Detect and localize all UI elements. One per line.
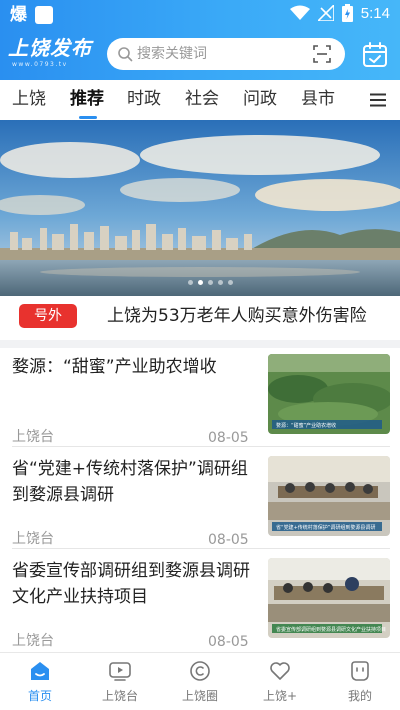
carousel-dots — [188, 280, 233, 285]
news-date: 08-05 — [208, 430, 249, 446]
nav-label: 上饶台 — [101, 689, 138, 703]
news-thumbnail[interactable]: 省“党建+传统村落保护”调研组到婺源县调研 — [268, 456, 390, 536]
news-date: 08-05 — [208, 634, 249, 650]
carousel-dot[interactable] — [228, 280, 233, 285]
news-source: 上饶台 — [12, 633, 54, 649]
status-bar: 爆 5:14 — [0, 0, 400, 30]
home-icon — [31, 662, 49, 680]
nav-home[interactable]: 首页 — [0, 659, 80, 703]
news-thumbnail[interactable]: 婺源：“甜蜜”产业助农增收 — [268, 354, 390, 434]
search-icon — [118, 47, 133, 62]
battery-icon — [341, 4, 353, 22]
news-item[interactable]: 婺源：“甜蜜”产业助农增收 上饶台 08-05 婺源：“甜蜜”产业助农增收 — [12, 354, 390, 446]
nav-tv[interactable]: 上饶台 — [80, 659, 160, 703]
news-item[interactable]: 省委宣传部调研组到婺源县调研文化产业扶持项目 上饶台 08-05 省委宣传部调研… — [12, 558, 390, 650]
nav-label: 首页 — [27, 689, 52, 703]
nav-label: 上饶+ — [262, 689, 298, 703]
heart-icon — [270, 662, 290, 680]
headline-title[interactable]: 上饶为53万老年人购买意外伤害险 — [107, 305, 367, 327]
category-tabs: 上饶 推荐 时政 社会 问政 县市 — [0, 80, 400, 120]
news-title[interactable]: 省“党建+传统村落保护”调研组到婺源县调研 — [12, 456, 252, 508]
tv-icon — [109, 662, 131, 681]
logo-text: 上饶发布 — [8, 36, 92, 60]
thumb-caption: 省委宣传部调研组到婺源县调研文化产业扶持项目 — [276, 626, 386, 633]
banner-carousel[interactable] — [0, 120, 400, 296]
status-left: 爆 — [10, 4, 53, 26]
wifi-icon — [289, 5, 310, 20]
nav-circle[interactable]: 上饶圈 — [160, 659, 240, 703]
tab-politics[interactable]: 时政 — [127, 88, 161, 110]
news-source: 上饶台 — [12, 429, 54, 445]
carousel-dot[interactable] — [188, 280, 193, 285]
tab-recommended[interactable]: 推荐 — [70, 88, 104, 110]
section-divider — [0, 340, 400, 348]
banner-image — [0, 120, 400, 296]
nav-label: 我的 — [347, 689, 372, 703]
status-time: 5:14 — [360, 4, 390, 22]
calendar-icon[interactable] — [362, 42, 388, 68]
circle-icon — [190, 661, 210, 681]
menu-icon[interactable] — [370, 93, 386, 107]
headline-strip[interactable]: 号外 上饶为53万老年人购买意外伤害险 — [0, 296, 400, 340]
signal-icon — [317, 5, 334, 21]
nav-plus[interactable]: 上饶+ — [240, 659, 320, 703]
list-divider — [12, 446, 390, 447]
search-placeholder: 搜索关键词 — [137, 46, 207, 62]
notification-square-icon — [35, 6, 53, 24]
news-thumbnail-image: 省“党建+传统村落保护”调研组到婺源县调研 — [268, 456, 390, 536]
news-thumbnail[interactable]: 省委宣传部调研组到婺源县调研文化产业扶持项目 — [268, 558, 390, 638]
bottom-navigation: 首页 上饶台 上饶圈 上饶+ 我的 — [0, 652, 400, 710]
news-source: 上饶台 — [12, 531, 54, 547]
news-item[interactable]: 省“党建+传统村落保护”调研组到婺源县调研 上饶台 08-05 省“党建+传统村… — [12, 456, 390, 548]
carousel-dot[interactable] — [208, 280, 213, 285]
news-title[interactable]: 省委宣传部调研组到婺源县调研文化产业扶持项目 — [12, 558, 252, 610]
news-thumbnail-image: 省委宣传部调研组到婺源县调研文化产业扶持项目 — [268, 558, 390, 638]
app-bar: 上饶发布 www.0793.tv 搜索关键词 — [0, 30, 400, 80]
nav-profile[interactable]: 我的 — [320, 659, 400, 703]
news-title[interactable]: 婺源：“甜蜜”产业助农增收 — [12, 354, 252, 380]
app-logo[interactable]: 上饶发布 www.0793.tv — [8, 36, 100, 70]
thumb-caption: 婺源：“甜蜜”产业助农增收 — [276, 422, 336, 429]
thumb-caption: 省“党建+传统村落保护”调研组到婺源县调研 — [276, 524, 375, 531]
tab-society[interactable]: 社会 — [185, 88, 219, 110]
list-divider — [12, 548, 390, 549]
tab-inquiry[interactable]: 问政 — [243, 88, 277, 110]
search-bar[interactable]: 搜索关键词 — [107, 38, 345, 70]
tab-counties[interactable]: 县市 — [301, 88, 335, 110]
app-header: 爆 5:14 上饶发布 www.0793.tv 搜索关键词 — [0, 0, 400, 80]
scan-icon[interactable] — [313, 45, 331, 63]
profile-icon — [351, 661, 369, 681]
notification-app-glyph: 爆 — [10, 5, 27, 25]
active-tab-indicator — [79, 116, 97, 119]
logo-subtext: www.0793.tv — [12, 61, 68, 68]
carousel-dot-active[interactable] — [198, 280, 203, 285]
tab-shangrao[interactable]: 上饶 — [12, 88, 46, 110]
extra-badge: 号外 — [19, 304, 77, 328]
news-thumbnail-image: 婺源：“甜蜜”产业助农增收 — [268, 354, 390, 434]
news-date: 08-05 — [208, 532, 249, 548]
status-right: 5:14 — [289, 4, 390, 22]
carousel-dot[interactable] — [218, 280, 223, 285]
nav-label: 上饶圈 — [181, 689, 218, 703]
